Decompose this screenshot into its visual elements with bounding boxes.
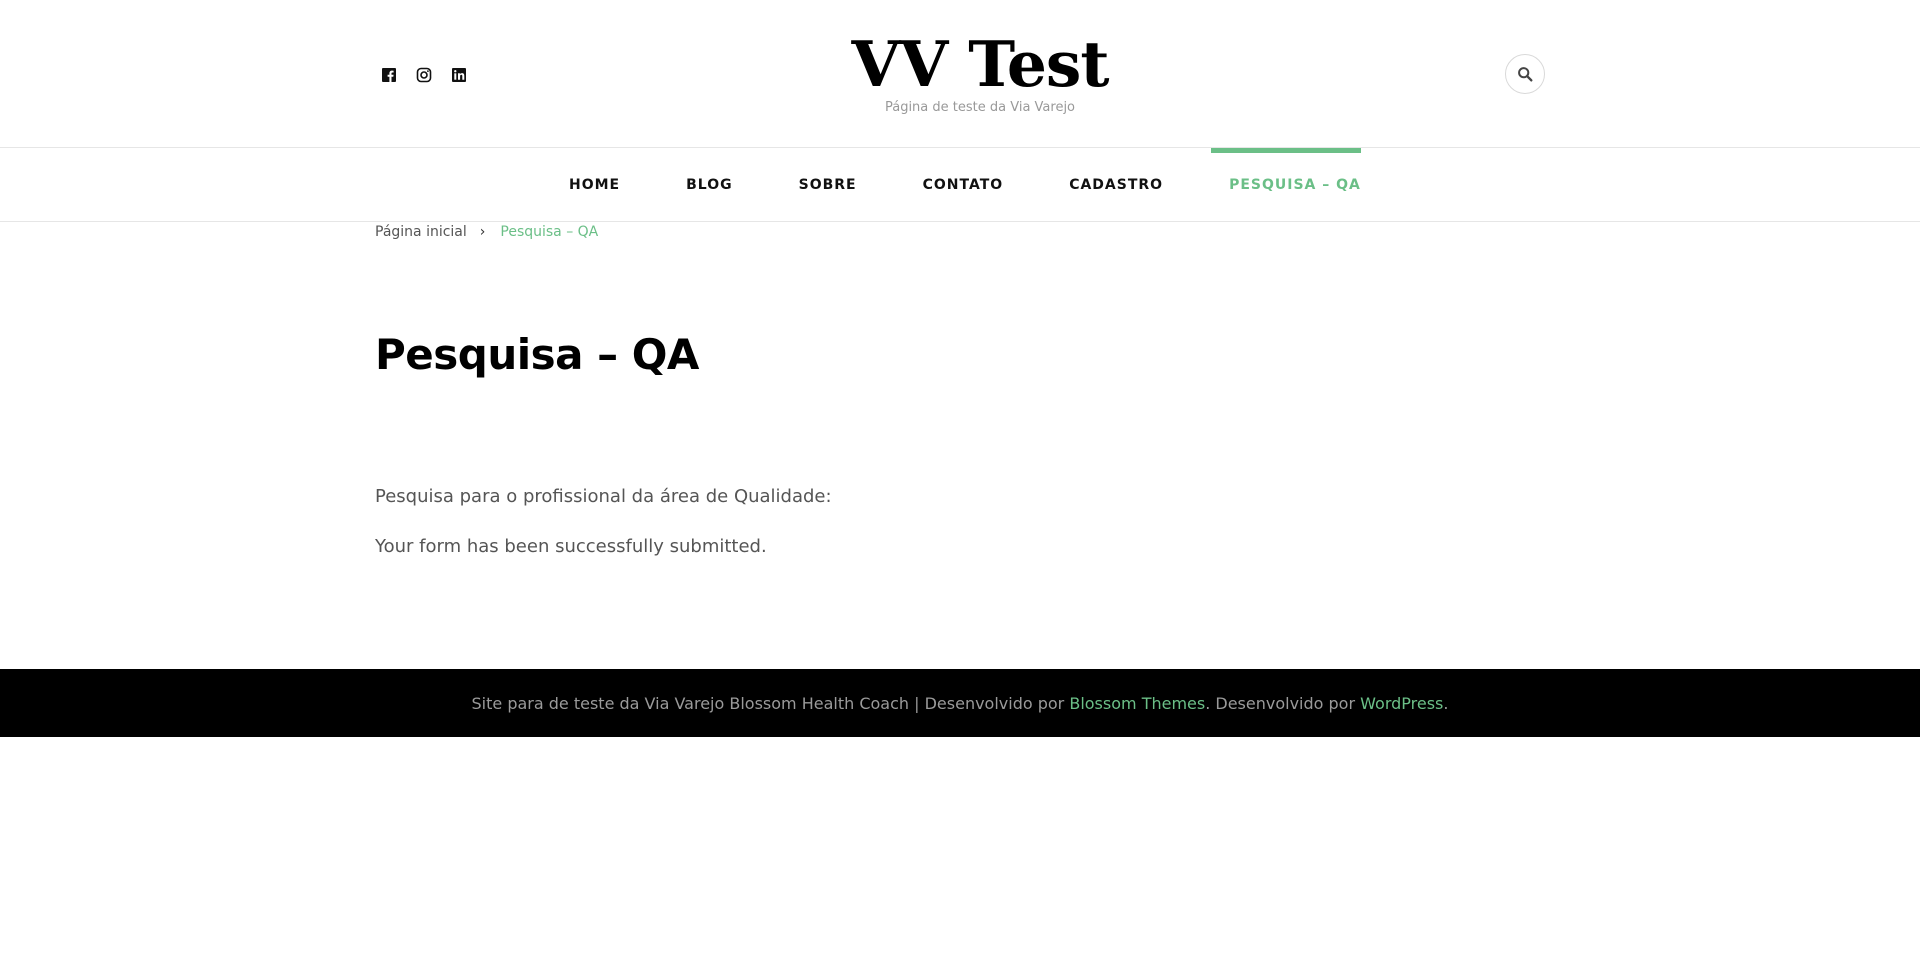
wordpress-link[interactable]: WordPress (1360, 694, 1443, 713)
nav-item-label: BLOG (686, 177, 733, 193)
breadcrumb-current: Pesquisa – QA (500, 224, 599, 240)
intro-paragraph: Pesquisa para o profissional da área de … (375, 486, 832, 507)
search-icon (1518, 67, 1533, 82)
nav-item-home[interactable]: HOME (569, 148, 620, 222)
site-description: Página de teste da Via Varejo (884, 100, 1076, 115)
nav-item-label: CONTATO (922, 177, 1004, 193)
main-navigation: HOME BLOG SOBRE CONTATO CADASTRO PESQUIS… (0, 148, 1920, 222)
nav-item-cadastro[interactable]: CADASTRO (1069, 148, 1163, 222)
search-button[interactable] (1505, 54, 1545, 94)
site-footer: Site para de teste da Via Varejo Blossom… (0, 669, 1920, 737)
site-branding: VV Test Página de teste da Via Varejo (0, 26, 1920, 115)
nav-item-label: PESQUISA – QA (1229, 177, 1361, 193)
nav-item-sobre[interactable]: SOBRE (799, 148, 857, 222)
page-title: Pesquisa – QA (375, 330, 699, 379)
nav-menu: HOME BLOG SOBRE CONTATO CADASTRO PESQUIS… (569, 148, 1361, 222)
site-header: VV Test Página de teste da Via Varejo (0, 0, 1920, 148)
footer-text: Site para de teste da Via Varejo Blossom… (472, 694, 1449, 713)
breadcrumb-home-link[interactable]: Página inicial (375, 224, 467, 240)
footer-text-part: Site para de teste da Via Varejo Blossom… (471, 693, 1070, 713)
nav-item-contato[interactable]: CONTATO (923, 148, 1004, 222)
chevron-right-icon: › (479, 224, 486, 240)
nav-item-label: CADASTRO (1069, 177, 1164, 193)
footer-text-part: . Desenvolvido por (1205, 693, 1361, 713)
blossom-themes-link[interactable]: Blossom Themes (1069, 694, 1205, 713)
footer-text-part: . (1443, 693, 1449, 713)
breadcrumb: Página inicial › Pesquisa – QA (375, 224, 598, 240)
nav-item-blog[interactable]: BLOG (686, 148, 733, 222)
form-success-message: Your form has been successfully submitte… (375, 536, 767, 557)
site-title[interactable]: VV Test (0, 26, 1920, 102)
nav-item-label: SOBRE (798, 177, 857, 193)
nav-item-pesquisa-qa[interactable]: PESQUISA – QA (1211, 148, 1361, 222)
nav-item-label: HOME (569, 177, 621, 193)
